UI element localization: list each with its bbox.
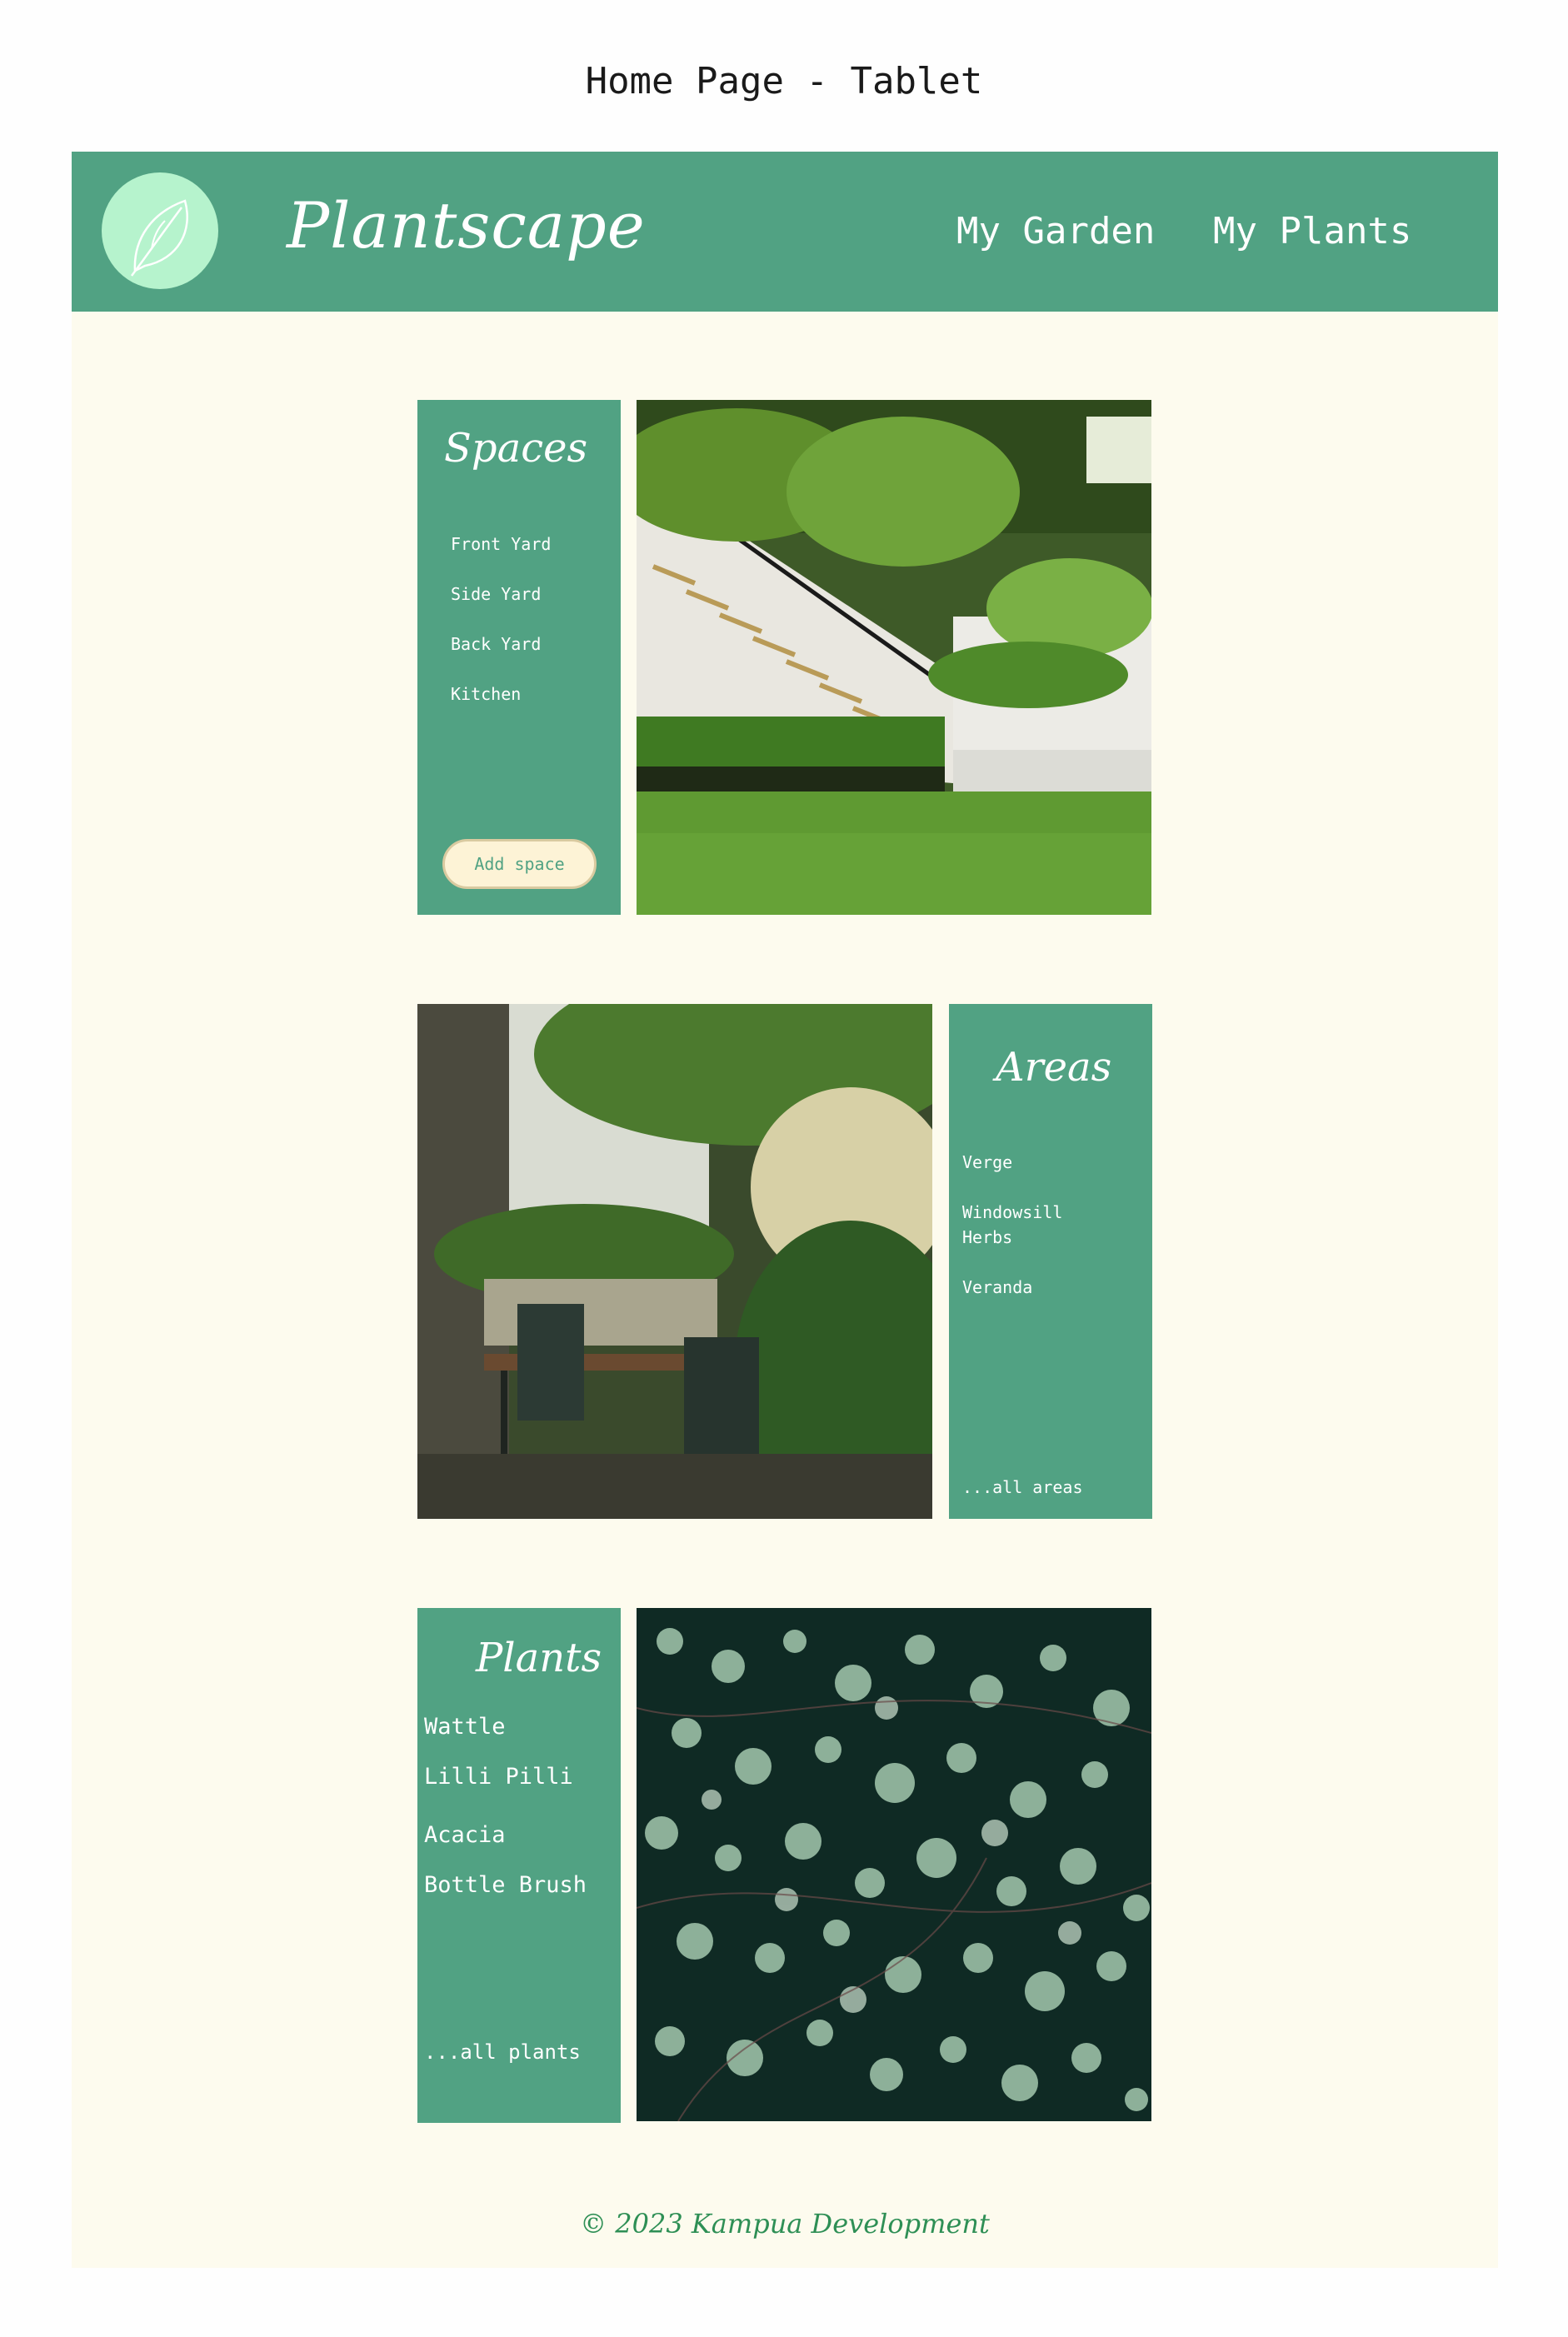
spaces-title: Spaces [444,425,588,472]
space-item-side-yard[interactable]: Side Yard [451,582,541,607]
areas-title: Areas [996,1044,1112,1091]
area-item-windowsill[interactable]: Windowsill [962,1200,1062,1225]
round-leaves-photo [637,1608,1151,2121]
footer-copyright: © 2023 Kampua Development [580,2208,990,2240]
plant-item-acacia[interactable]: Acacia [424,1820,506,1850]
area-item-herbs[interactable]: Herbs [962,1225,1012,1250]
courtyard-table-photo [417,1004,932,1519]
area-item-verge[interactable]: Verge [962,1150,1012,1175]
plants-panel: Plants Wattle Lilli Pilli Acacia Bottle … [417,1608,621,2123]
spaces-panel: Spaces Front Yard Side Yard Back Yard Ki… [417,400,621,915]
plant-item-lilli-pilli[interactable]: Lilli Pilli [424,1762,573,1792]
garden-stairs-photo [637,400,1151,915]
area-item-veranda[interactable]: Veranda [962,1275,1032,1300]
plant-item-wattle[interactable]: Wattle [424,1712,506,1742]
all-plants-link[interactable]: ...all plants [424,2040,581,2065]
space-item-front-yard[interactable]: Front Yard [451,532,551,557]
nav-my-plants[interactable]: My Plants [1213,210,1411,252]
nav-my-garden[interactable]: My Garden [956,210,1155,252]
site-header: Plantscape My Garden My Plants [72,152,1498,312]
add-space-button[interactable]: Add space [442,839,597,889]
logo[interactable] [102,172,218,289]
plants-title: Plants [476,1635,602,1681]
leaf-icon [130,199,188,277]
page-heading: Home Page - Tablet [585,60,983,102]
space-item-kitchen[interactable]: Kitchen [451,682,521,707]
areas-panel: Areas Verge Windowsill Herbs Veranda ...… [949,1004,1152,1519]
space-item-back-yard[interactable]: Back Yard [451,632,541,657]
all-areas-link[interactable]: ...all areas [962,1475,1083,1500]
brand-name[interactable]: Plantscape [287,188,646,262]
plant-item-bottle-brush[interactable]: Bottle Brush [424,1870,587,1900]
